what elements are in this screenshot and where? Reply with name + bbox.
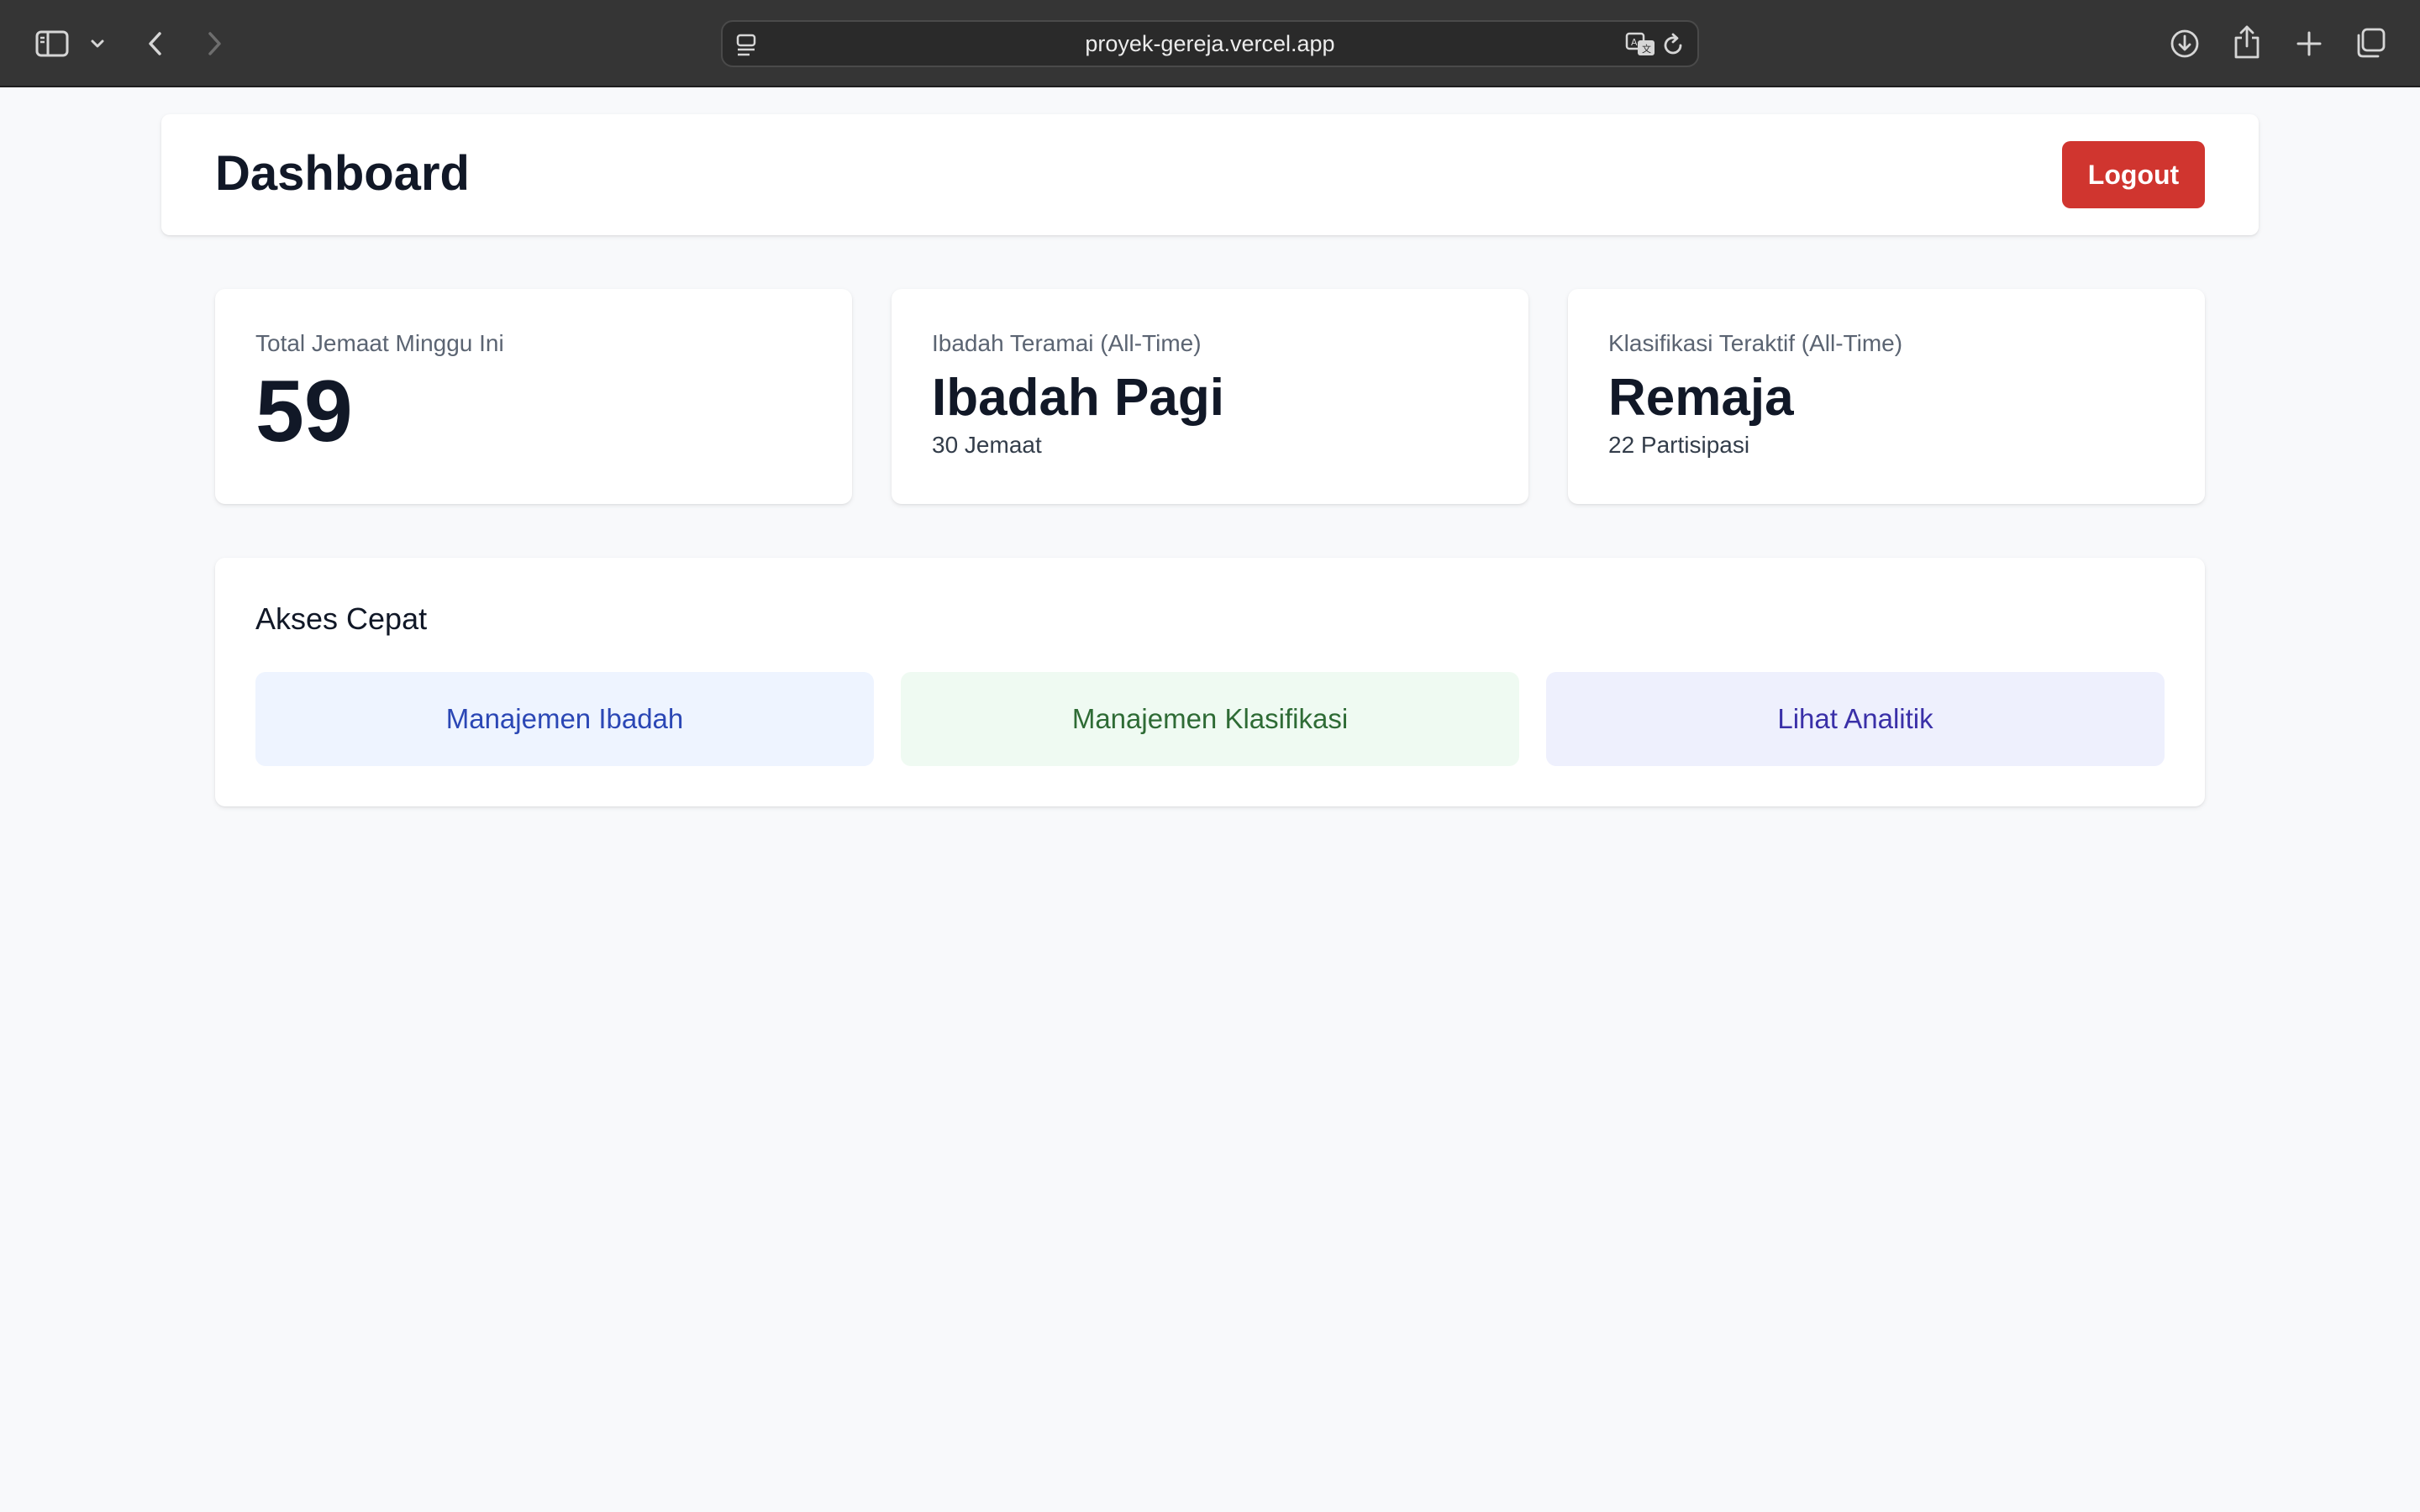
stat-label: Klasifikasi Teraktif (All-Time) [1608, 330, 1903, 356]
svg-text:文: 文 [1642, 43, 1651, 55]
forward-icon[interactable] [202, 27, 229, 60]
stat-card-total-jemaat: Total Jemaat Minggu Ini 59 [215, 289, 852, 504]
quick-access-title: Akses Cepat [255, 601, 428, 636]
reload-icon[interactable] [1662, 33, 1686, 62]
quick-access-panel: Akses Cepat Manajemen Ibadah Manajemen K… [215, 558, 2205, 806]
stat-subtext: 30 Jemaat [932, 431, 1042, 458]
dashboard-header: Dashboard Logout [161, 114, 2259, 235]
download-icon[interactable] [2168, 27, 2202, 60]
logout-button[interactable]: Logout [2062, 141, 2205, 208]
stat-value: Remaja [1608, 368, 1794, 427]
lihat-analitik-button[interactable]: Lihat Analitik [1546, 672, 2165, 766]
stat-card-ibadah-teramai: Ibadah Teramai (All-Time) Ibadah Pagi 30… [892, 289, 1528, 504]
stat-subtext: 22 Partisipasi [1608, 431, 1750, 458]
tabs-overview-icon[interactable] [2353, 25, 2388, 60]
stat-value: Ibadah Pagi [932, 368, 1224, 427]
new-tab-icon[interactable] [2292, 27, 2326, 60]
url-text: proyek-gereja.vercel.app [1085, 30, 1335, 56]
back-icon[interactable] [141, 27, 168, 60]
manajemen-ibadah-button[interactable]: Manajemen Ibadah [255, 672, 874, 766]
share-icon[interactable] [2230, 24, 2264, 60]
svg-text:A: A [1631, 37, 1638, 48]
stat-label: Total Jemaat Minggu Ini [255, 330, 504, 356]
stat-card-klasifikasi-teraktif: Klasifikasi Teraktif (All-Time) Remaja 2… [1568, 289, 2205, 504]
stat-label: Ibadah Teramai (All-Time) [932, 330, 1202, 356]
manajemen-klasifikasi-button[interactable]: Manajemen Klasifikasi [901, 672, 1519, 766]
browser-toolbar: proyek-gereja.vercel.app A文 [0, 0, 2420, 87]
stat-value: 59 [255, 362, 353, 460]
sidebar-icon[interactable] [34, 25, 71, 62]
translate-icon[interactable]: A文 [1625, 32, 1657, 61]
address-bar[interactable]: proyek-gereja.vercel.app A文 [721, 20, 1699, 67]
chevron-down-icon[interactable] [87, 34, 108, 54]
page-title: Dashboard [215, 146, 470, 201]
